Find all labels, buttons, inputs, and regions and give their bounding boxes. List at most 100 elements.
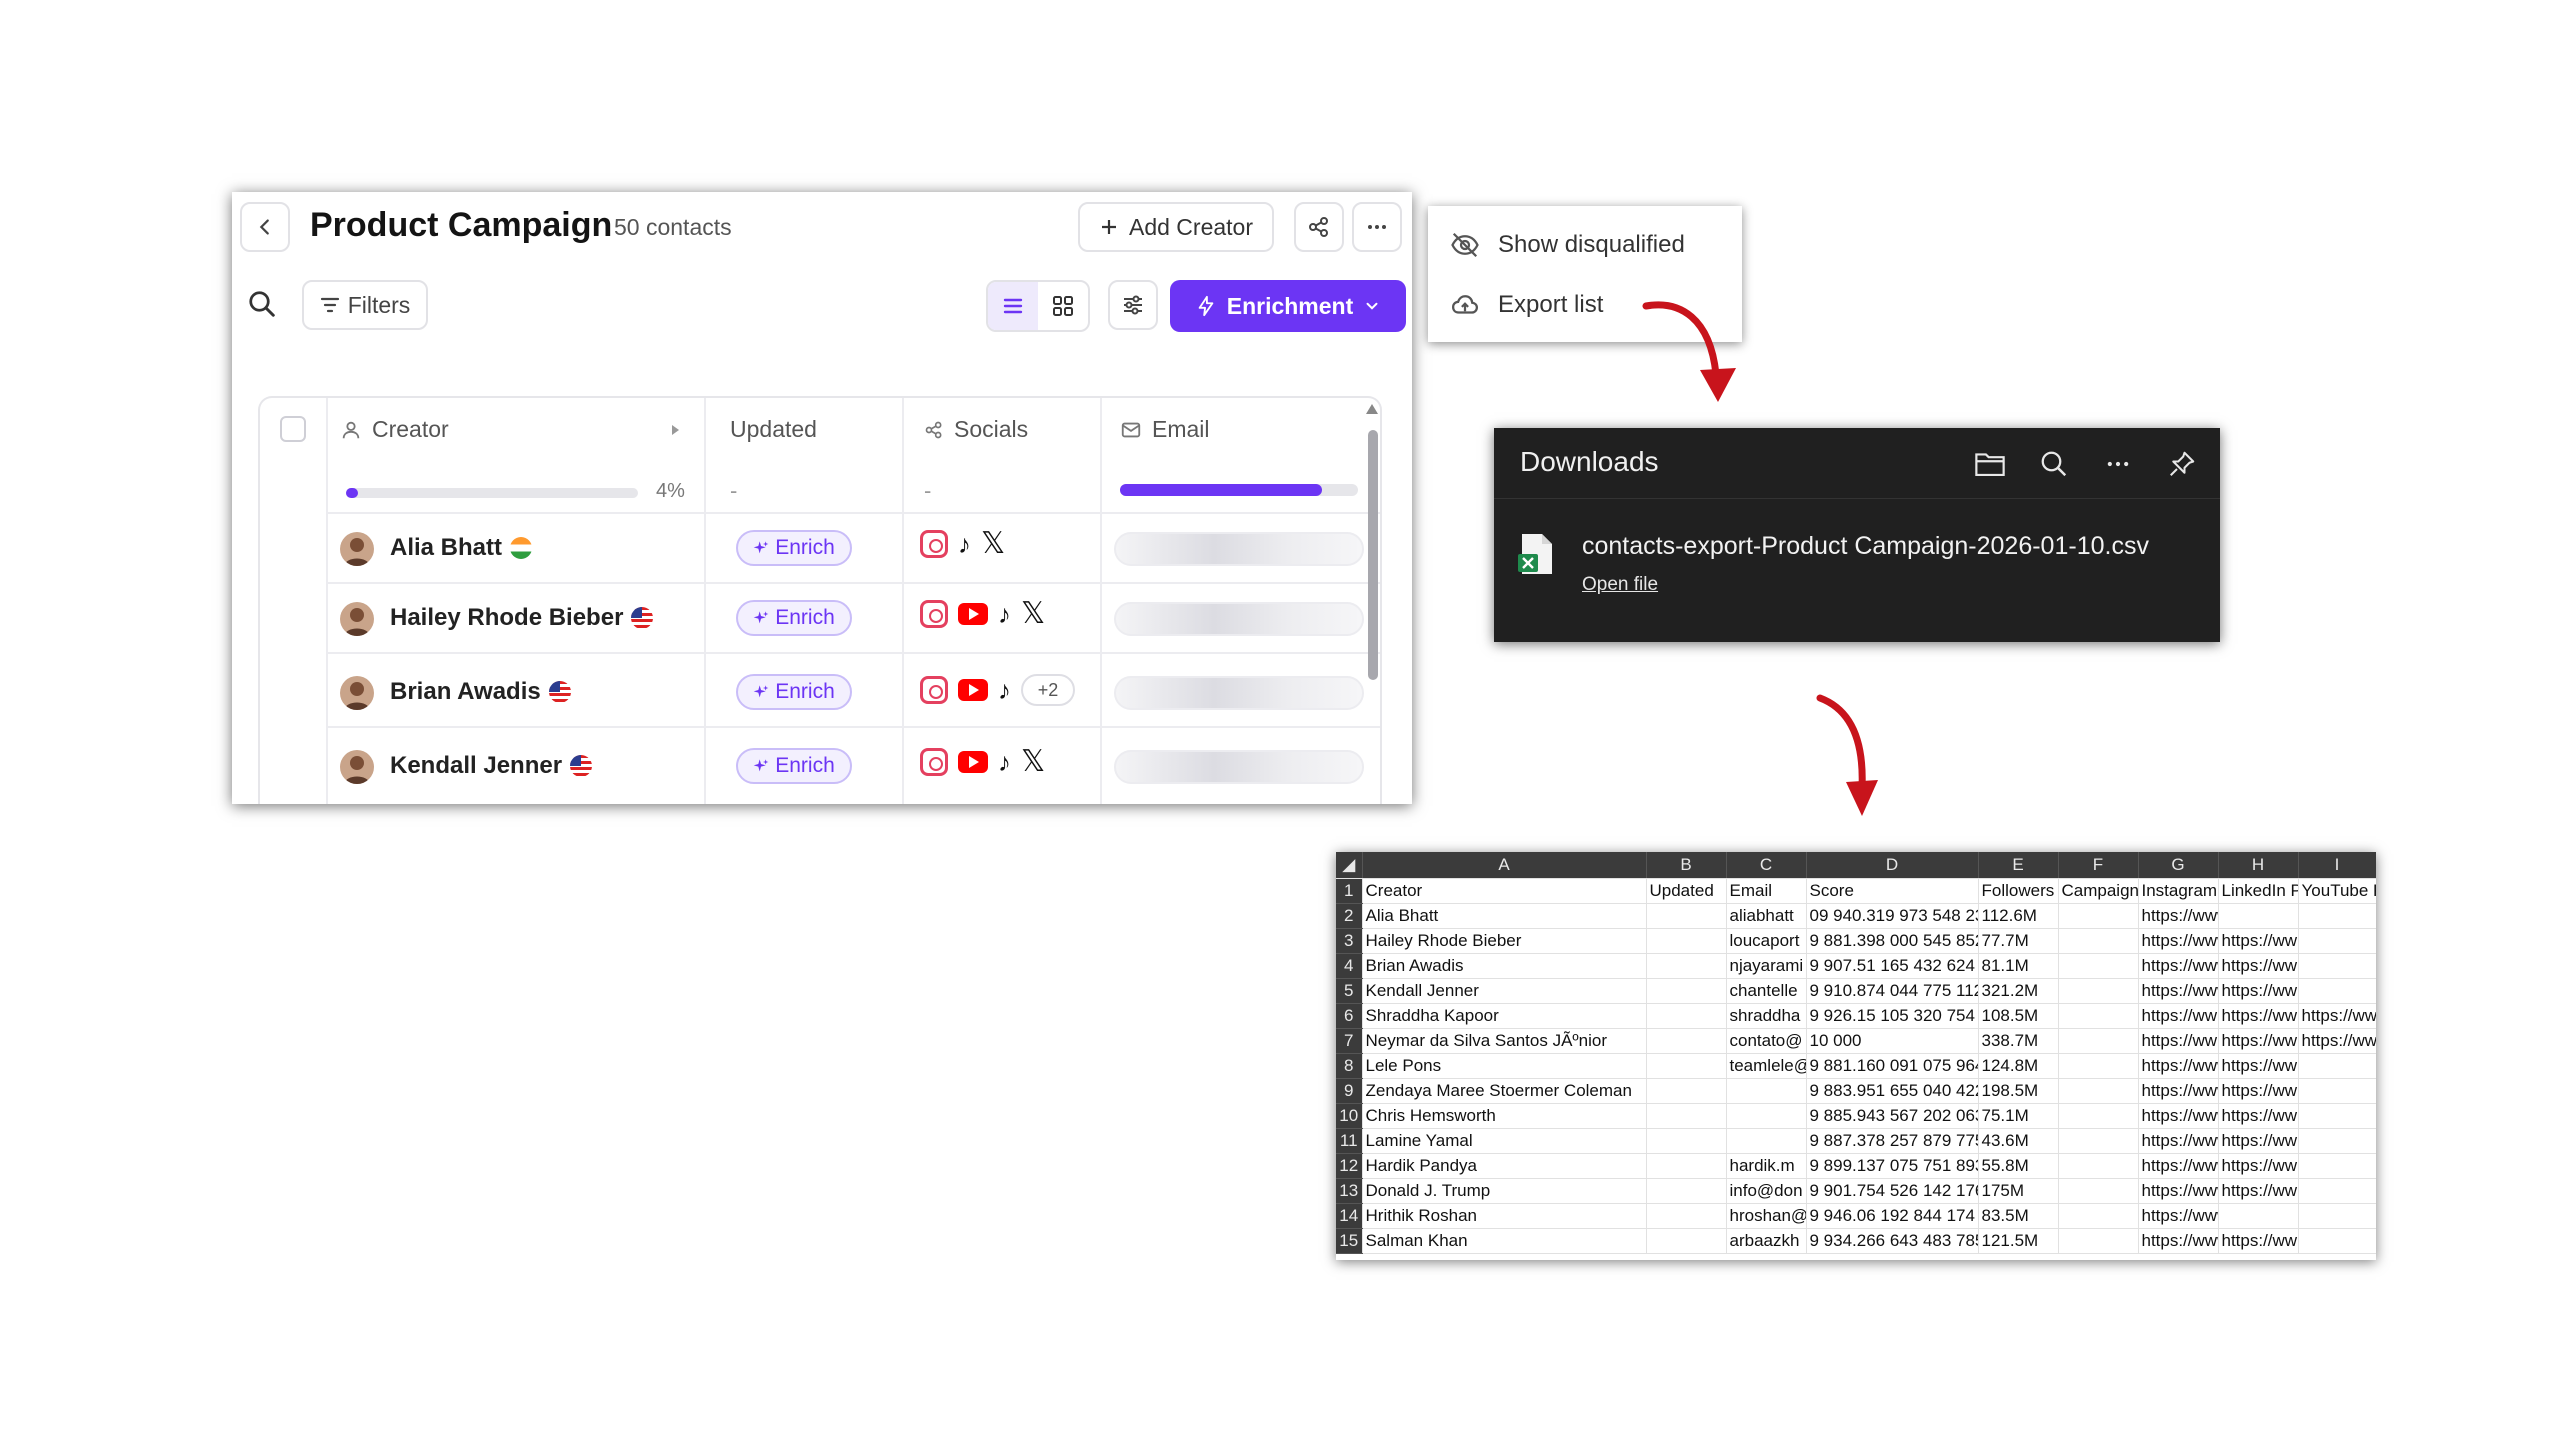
column-letter[interactable]: I (2298, 852, 2376, 879)
sheet-cell[interactable] (2298, 1078, 2376, 1104)
sheet-cell[interactable] (2298, 1203, 2376, 1229)
menu-item-export-list[interactable]: Export list (1450, 290, 1603, 320)
row-number[interactable]: 15 (1336, 1228, 1363, 1254)
sheet-cell[interactable]: https://ww (2218, 1228, 2299, 1254)
sheet-cell[interactable]: https://ww (2218, 1003, 2299, 1029)
scrollbar-thumb[interactable] (1368, 430, 1378, 680)
sheet-cell[interactable]: https://ww (2218, 1028, 2299, 1054)
column-letter[interactable]: C (1726, 852, 1807, 879)
row-number[interactable]: 3 (1336, 928, 1363, 954)
row-number[interactable]: 12 (1336, 1153, 1363, 1179)
enrich-button[interactable]: Enrich (736, 600, 852, 636)
sheet-cell[interactable]: arbaazkh (1726, 1228, 1807, 1254)
downloads-more-button[interactable] (2098, 444, 2138, 484)
grid-view-button[interactable] (1038, 282, 1088, 330)
x-icon[interactable]: 𝕏 (981, 529, 1005, 559)
sheet-cell[interactable] (2298, 1228, 2376, 1254)
sheet-cell[interactable] (2298, 1103, 2376, 1129)
sheet-cell[interactable]: Email (1726, 878, 1807, 904)
expand-right-icon[interactable] (669, 424, 681, 436)
sheet-cell[interactable]: 108.5M (1978, 1003, 2059, 1029)
sheet-cell[interactable]: LinkedIn P (2218, 878, 2299, 904)
row-number[interactable]: 8 (1336, 1053, 1363, 1079)
back-button[interactable] (240, 202, 290, 252)
sheet-cell[interactable] (2058, 1028, 2139, 1054)
table-row[interactable]: Hailey Rhode Bieber Enrich ♪ 𝕏 (260, 584, 1380, 652)
sheet-cell[interactable]: hroshan@ (1726, 1203, 1807, 1229)
sheet-cell[interactable]: 9 910.874 044 775 112 (1806, 978, 1979, 1004)
sheet-cell[interactable]: Campaign (2058, 878, 2139, 904)
download-file-name[interactable]: contacts-export-Product Campaign-2026-01… (1582, 532, 2149, 561)
sheet-cell[interactable]: https://www.instagram.com/al (2138, 903, 2219, 929)
x-icon[interactable]: 𝕏 (1021, 599, 1045, 629)
creator-name[interactable]: Brian Awadis (390, 678, 571, 706)
sheet-cell[interactable]: 112.6M (1978, 903, 2059, 929)
youtube-icon[interactable] (958, 751, 988, 773)
sheet-cell[interactable] (1646, 953, 1727, 979)
row-number[interactable]: 6 (1336, 1003, 1363, 1029)
sheet-cell[interactable] (1646, 978, 1727, 1004)
sheet-cell[interactable] (2298, 953, 2376, 979)
creator-name[interactable]: Alia Bhatt (390, 534, 533, 562)
row-number[interactable]: 2 (1336, 903, 1363, 929)
row-number[interactable]: 5 (1336, 978, 1363, 1004)
search-button[interactable] (240, 282, 284, 326)
sheet-cell[interactable] (1646, 903, 1727, 929)
sheet-cell[interactable]: info@don (1726, 1178, 1807, 1204)
sheet-cell[interactable] (2058, 1103, 2139, 1129)
sheet-cell[interactable]: 43.6M (1978, 1128, 2059, 1154)
sheet-cell[interactable]: https://ww (2218, 1078, 2299, 1104)
sheet-cell[interactable]: https://ww (2218, 1128, 2299, 1154)
sheet-cell[interactable]: Lele Pons (1362, 1053, 1647, 1079)
sheet-cell[interactable]: Shraddha Kapoor (1362, 1003, 1647, 1029)
sheet-cell[interactable] (2218, 1203, 2299, 1229)
table-row[interactable]: Brian Awadis Enrich ♪ +2 (260, 658, 1380, 726)
sheet-cell[interactable] (1646, 1078, 1727, 1104)
sheet-cell[interactable]: https://ww (2218, 953, 2299, 979)
instagram-icon[interactable] (920, 676, 948, 704)
sheet-cell[interactable]: Kendall Jenner (1362, 978, 1647, 1004)
row-number[interactable]: 7 (1336, 1028, 1363, 1054)
select-all-checkbox[interactable] (280, 416, 306, 442)
search-downloads-button[interactable] (2034, 444, 2074, 484)
sheet-cell[interactable] (2058, 953, 2139, 979)
column-letter[interactable]: H (2218, 852, 2299, 879)
youtube-icon[interactable] (958, 679, 988, 701)
sheet-cell[interactable]: 9 926.15 105 320 754 (1806, 1003, 1979, 1029)
sheet-cell[interactable]: 9 883.951 655 040 422 (1806, 1078, 1979, 1104)
tiktok-icon[interactable]: ♪ (958, 530, 971, 558)
sheet-cell[interactable]: Zendaya Maree Stoermer Coleman (1362, 1078, 1647, 1104)
sheet-cell[interactable]: Chris Hemsworth (1362, 1103, 1647, 1129)
sheet-cell[interactable]: 321.2M (1978, 978, 2059, 1004)
pin-button[interactable] (2162, 444, 2202, 484)
select-all-corner[interactable]: ◢ (1336, 852, 1363, 879)
sheet-cell[interactable]: 338.7M (1978, 1028, 2059, 1054)
sheet-cell[interactable]: 124.8M (1978, 1053, 2059, 1079)
sheet-cell[interactable]: 9 881.160 091 075 964 (1806, 1053, 1979, 1079)
tiktok-icon[interactable]: ♪ (998, 748, 1011, 776)
row-number[interactable]: 10 (1336, 1103, 1363, 1129)
sheet-cell[interactable]: https://www.instagra (2138, 1053, 2219, 1079)
sheet-cell[interactable] (2298, 928, 2376, 954)
sheet-cell[interactable]: https://www.instagra (2138, 953, 2219, 979)
sheet-cell[interactable] (1646, 1103, 1727, 1129)
sheet-cell[interactable] (2058, 1053, 2139, 1079)
sheet-cell[interactable]: Hailey Rhode Bieber (1362, 928, 1647, 954)
column-letter[interactable]: A (1362, 852, 1647, 879)
sheet-cell[interactable]: Neymar da Silva Santos JÃºnior (1362, 1028, 1647, 1054)
more-options-button[interactable] (1352, 202, 1402, 252)
open-folder-button[interactable] (1970, 444, 2010, 484)
sheet-cell[interactable]: contato@ (1726, 1028, 1807, 1054)
sheet-cell[interactable]: Hardik Pandya (1362, 1153, 1647, 1179)
sheet-cell[interactable]: Creator (1362, 878, 1647, 904)
tiktok-icon[interactable]: ♪ (998, 676, 1011, 704)
table-row[interactable]: Kendall Jenner Enrich ♪ 𝕏 (260, 732, 1380, 800)
sheet-cell[interactable]: 9 899.137 075 751 893 (1806, 1153, 1979, 1179)
sheet-cell[interactable]: 9 881.398 000 545 852 (1806, 928, 1979, 954)
sheet-cell[interactable] (1646, 1128, 1727, 1154)
sheet-cell[interactable]: 75.1M (1978, 1103, 2059, 1129)
sheet-cell[interactable]: 9 887.378 257 879 775 (1806, 1128, 1979, 1154)
sheet-cell[interactable]: https://ww (2218, 1103, 2299, 1129)
share-button[interactable] (1294, 202, 1344, 252)
sheet-cell[interactable] (2058, 903, 2139, 929)
